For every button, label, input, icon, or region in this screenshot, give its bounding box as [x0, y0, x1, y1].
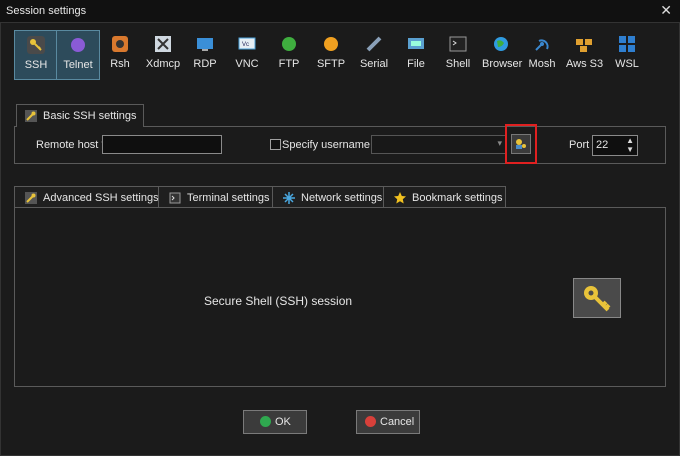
session-type-label: File — [407, 58, 425, 70]
session-type-label: Browser — [482, 58, 523, 70]
shell-icon — [449, 36, 467, 52]
session-type-label: VNC — [235, 58, 259, 70]
session-type-wsl[interactable]: WSL — [614, 30, 640, 78]
svg-text:Vc: Vc — [242, 42, 249, 48]
port-label: Port — [569, 139, 590, 151]
session-type-label: Rsh — [110, 58, 130, 70]
ssh-key-icon — [573, 278, 621, 318]
username-combobox[interactable]: ▾ — [371, 135, 507, 154]
session-type-label: SFTP — [316, 58, 346, 70]
terminal-icon — [169, 192, 181, 204]
session-type-label: RDP — [193, 58, 217, 70]
highlight-box — [505, 124, 537, 164]
window-title: Session settings — [6, 5, 87, 17]
session-type-rsh[interactable]: Rsh — [104, 30, 136, 78]
ok-label: OK — [275, 416, 291, 428]
wrench-icon — [25, 192, 37, 204]
tab-label: Basic SSH settings — [43, 110, 137, 122]
star-icon — [394, 192, 406, 204]
session-type-label: Serial — [359, 58, 389, 70]
tab-basic-ssh-settings[interactable]: Basic SSH settings — [16, 104, 144, 127]
session-type-label: Shell — [445, 58, 471, 70]
cancel-label: Cancel — [380, 416, 415, 428]
wrench-icon — [25, 110, 37, 122]
vnc-icon: Vc — [238, 37, 256, 50]
session-type-browser[interactable]: Browser — [482, 30, 523, 78]
session-type-vnc[interactable]: Vc VNC — [232, 30, 262, 78]
title-bar: Session settings ✕ — [0, 0, 680, 22]
session-type-serial[interactable]: Serial — [358, 30, 390, 78]
remote-host-label: Remote host * — [36, 139, 106, 151]
session-type-label: Aws S3 — [566, 58, 604, 70]
aws-s3-icon — [576, 39, 592, 52]
rdp-icon — [197, 38, 213, 51]
cancel-icon — [365, 416, 376, 427]
tab-label: Bookmark settings — [412, 192, 503, 204]
key-icon — [27, 36, 45, 54]
session-type-mosh[interactable]: Mosh — [528, 30, 556, 78]
session-type-label: SSH — [24, 59, 48, 71]
port-value: 22 — [596, 139, 609, 151]
session-type-label: WSL — [615, 58, 639, 70]
session-type-file[interactable]: File — [404, 30, 428, 78]
tab-label: Terminal settings — [187, 192, 270, 204]
tab-terminal-settings[interactable]: Terminal settings — [158, 186, 273, 208]
close-icon[interactable]: ✕ — [660, 2, 672, 19]
session-type-label: FTP — [278, 58, 300, 70]
ftp-icon — [282, 37, 296, 51]
session-type-rdp[interactable]: RDP — [190, 30, 220, 78]
specify-username-checkbox[interactable] — [270, 139, 281, 150]
specify-username-label[interactable]: Specify username — [282, 139, 370, 151]
session-type-sftp[interactable]: SFTP — [316, 30, 346, 78]
session-type-telnet[interactable]: Telnet — [56, 30, 100, 80]
session-type-xdmcp[interactable]: Xdmcp — [144, 30, 182, 78]
spinner-arrows-icon[interactable]: ▲ ▼ — [626, 136, 634, 154]
cancel-button[interactable]: Cancel — [356, 410, 420, 434]
session-type-aws-s3[interactable]: Aws S3 — [566, 30, 604, 78]
check-icon — [260, 416, 271, 427]
browser-icon — [494, 37, 508, 51]
tab-label: Network settings — [301, 192, 383, 204]
tab-bookmark-settings[interactable]: Bookmark settings — [383, 186, 506, 208]
tab-network-settings[interactable]: Network settings — [272, 186, 384, 208]
session-description: Secure Shell (SSH) session — [204, 294, 353, 308]
telnet-icon — [71, 38, 85, 52]
session-type-label: Telnet — [63, 59, 93, 71]
port-spinbox[interactable]: 22 ▲ ▼ — [592, 135, 638, 156]
session-type-shell[interactable]: Shell — [444, 30, 472, 78]
ok-button[interactable]: OK — [243, 410, 307, 434]
sftp-icon — [324, 37, 338, 51]
serial-icon — [366, 36, 382, 52]
tab-label: Advanced SSH settings — [43, 192, 159, 204]
session-type-ftp[interactable]: FTP — [276, 30, 302, 78]
session-type-label: Mosh — [528, 58, 556, 70]
mosh-icon — [535, 39, 549, 51]
tab-advanced-ssh-settings[interactable]: Advanced SSH settings — [14, 186, 159, 208]
session-type-ssh[interactable]: SSH — [14, 30, 58, 80]
session-type-label: Xdmcp — [145, 58, 181, 70]
wsl-icon — [619, 36, 635, 52]
remote-host-input[interactable] — [102, 135, 222, 154]
chevron-down-icon[interactable]: ▾ — [497, 138, 502, 149]
rsh-icon — [112, 36, 128, 52]
file-icon — [408, 38, 424, 49]
network-icon — [283, 192, 295, 204]
xdmcp-icon — [155, 36, 171, 52]
